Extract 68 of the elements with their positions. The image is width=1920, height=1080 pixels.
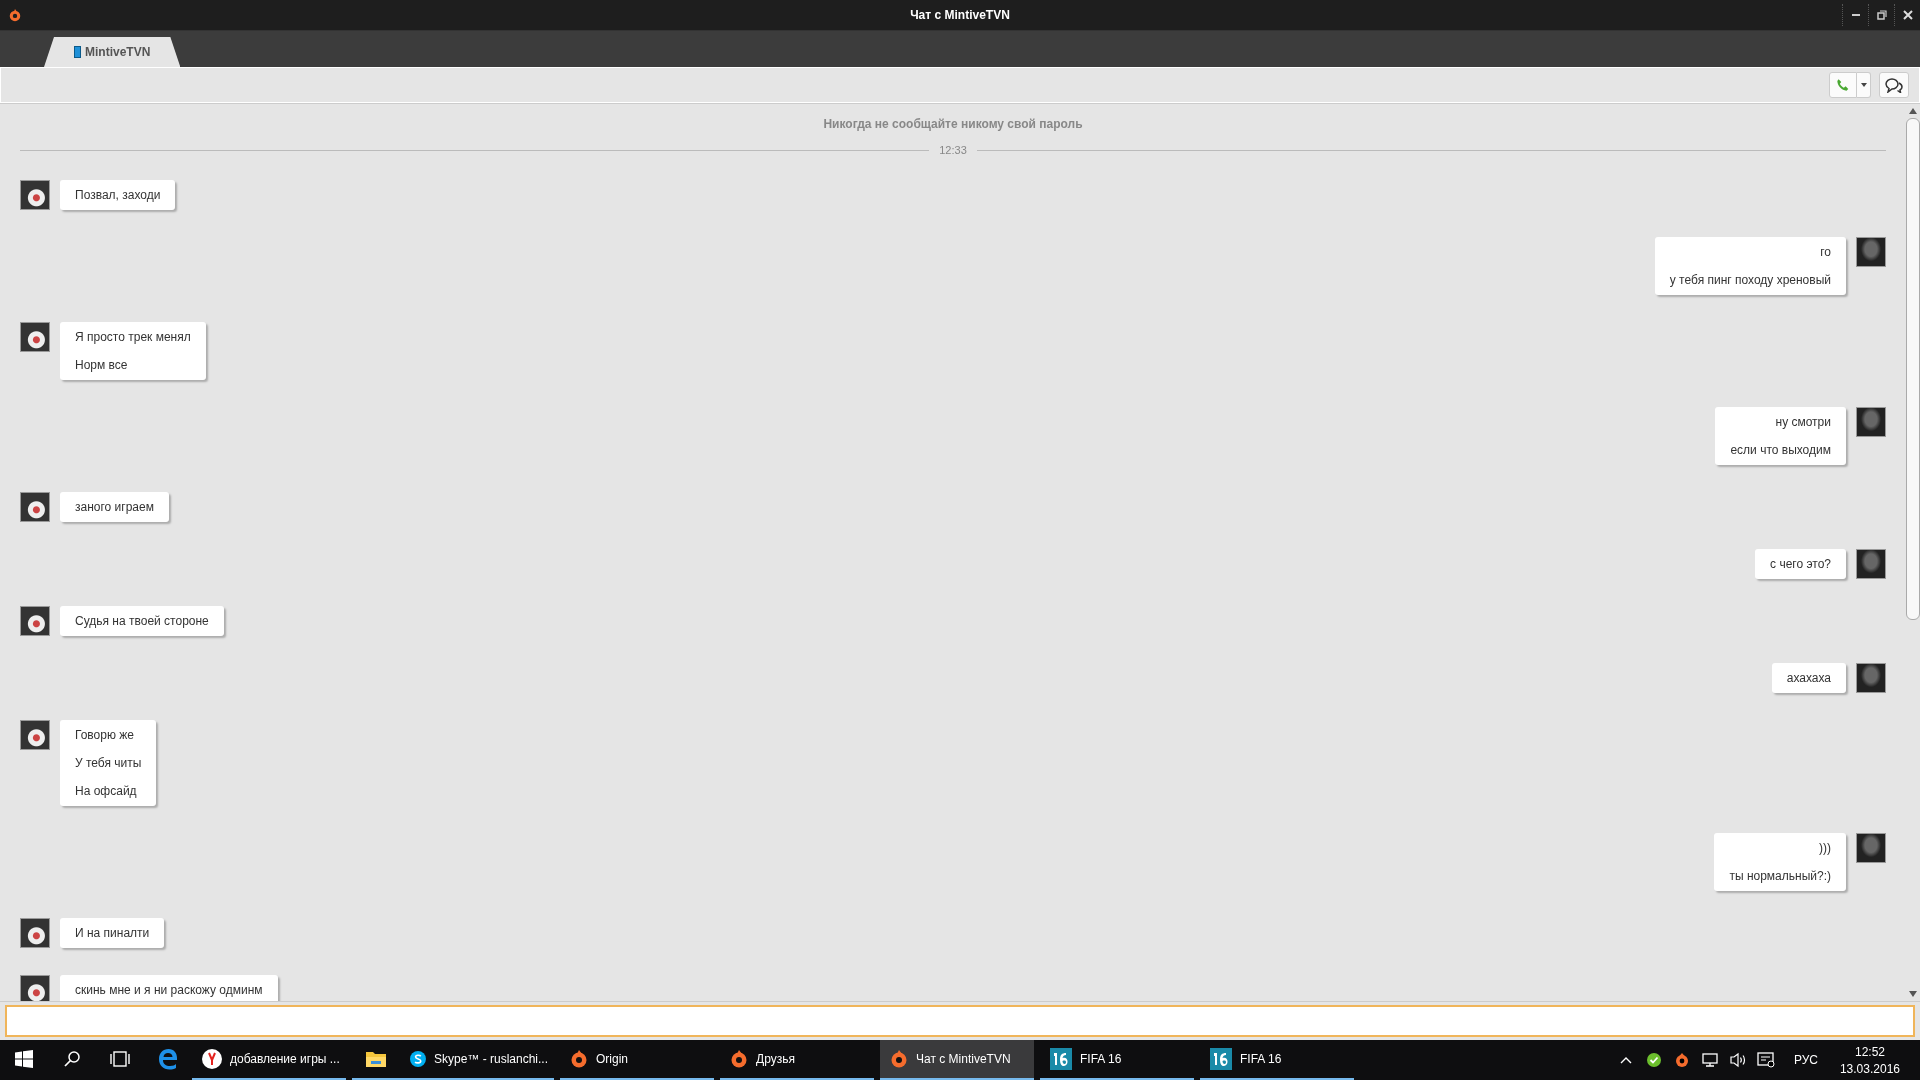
avatar-picture [1856,663,1886,693]
caret-icon [1860,83,1867,87]
close-icon [1902,10,1913,20]
message-text: у тебя пинг походу хреновый [1669,272,1831,289]
message-input-field[interactable] [5,1005,1915,1037]
avatar-picture [20,322,50,352]
message-text: Норм все [75,357,129,374]
taskbar-app-button[interactable]: добавление игры ... [192,1040,346,1080]
message-text: го [1819,244,1831,261]
avatar-picture [1856,237,1886,267]
chevron-up-icon [1619,1056,1632,1064]
taskbar-app-button[interactable]: Origin [560,1040,714,1080]
taskbar-app-button[interactable]: FIFA 16 [1200,1040,1354,1080]
phone-icon [1836,78,1850,92]
message-text: На офсайд [75,783,138,800]
message-text: если что выходим [1730,442,1831,459]
message-text: У тебя читы [75,755,142,772]
avatar-picture [1856,407,1886,437]
taskbar-app-button[interactable]: Чат с MintiveTVN [880,1040,1034,1080]
restore-icon [1876,10,1887,20]
message-text: с чего это? [1770,556,1831,573]
message-text: ну смотри [1774,414,1831,431]
message-text: Говорю же [75,727,135,744]
skype-s-icon [410,1049,426,1069]
avatar-picture [1856,833,1886,863]
message-text: И на пиналти [75,925,150,942]
message-text: скинь мне и я ни раскожу одминм [75,982,263,999]
origin-logo-icon [730,1049,748,1069]
windows-logo-icon [15,1050,33,1068]
origin-logo-icon [890,1049,908,1069]
chat-bubbles-button[interactable] [1879,72,1909,98]
yandex-y-icon [202,1049,222,1069]
minimize-icon [1851,14,1860,16]
folder-icon [365,1050,387,1068]
message-text: ты нормальный?:) [1729,868,1831,885]
avatar-picture [20,180,50,210]
taskbar-app-button[interactable]: Skype™ - ruslanchi... [400,1040,554,1080]
message-text: ахахаха [1786,670,1831,687]
scroll-down-icon[interactable] [1909,991,1917,997]
timestamp: 12:33 [939,144,967,156]
message-text: Судья на твоей стороне [75,613,209,630]
message-text: Я просто трек менял [75,329,191,346]
avatar-picture [20,975,50,1001]
avatar-picture [20,720,50,750]
chat-tab[interactable]: MintiveTVN [44,37,181,67]
task-view-icon [109,1051,131,1067]
taskbar-app-button[interactable]: FIFA 16 [1040,1040,1194,1080]
avatar-picture [20,492,50,522]
avatar-picture [1856,549,1886,579]
language-indicator[interactable]: РУС [1781,1053,1830,1067]
taskbar-app-button[interactable]: Друзья [720,1040,874,1080]
security-notice: Никогда не сообщайте никому свой пароль [822,117,1084,131]
number-sixteen-icon [1050,1048,1072,1070]
message-text: заного играем [75,499,154,516]
origin-logo-icon [8,8,22,22]
origin-logo-icon [570,1049,588,1069]
scroll-up-icon[interactable] [1909,108,1917,114]
avatar-picture [20,918,50,948]
speech-bubbles-icon [1884,77,1904,93]
letter-e-icon [157,1048,179,1070]
call-options-button[interactable] [1857,72,1871,98]
avatar-picture [20,606,50,636]
message-text: ))) [1818,840,1831,857]
search-icon [63,1050,81,1068]
window-title: Чат с MintiveTVN [910,8,1010,22]
number-sixteen-icon [1210,1048,1232,1070]
clock[interactable]: 12:52 13.03.2016 [1833,1044,1906,1076]
message-text: Позвал, заходи [75,187,161,204]
